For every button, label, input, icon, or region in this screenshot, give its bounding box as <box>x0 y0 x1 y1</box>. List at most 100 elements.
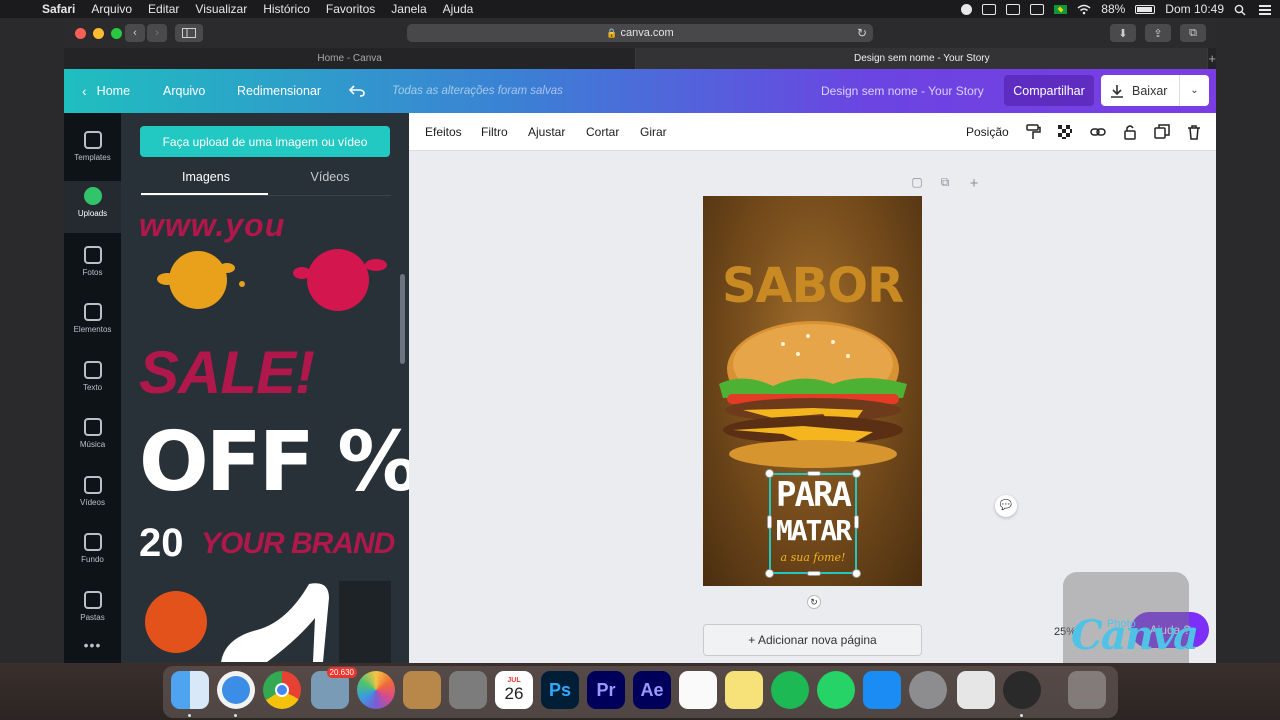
flip-button[interactable]: Girar <box>640 113 667 151</box>
reminders-icon[interactable] <box>679 671 717 709</box>
clock[interactable]: Dom 10:49 <box>1165 2 1224 16</box>
comment-icon[interactable]: 💬 <box>995 495 1017 517</box>
filter-button[interactable]: Filtro <box>481 113 508 151</box>
search-icon[interactable] <box>1234 4 1248 15</box>
tabs-overview-icon[interactable]: ⧉ <box>1180 24 1206 42</box>
resize-menu[interactable]: Redimensionar <box>237 69 321 113</box>
panel-scrollbar[interactable] <box>400 274 405 364</box>
cloud-icon[interactable] <box>982 3 997 15</box>
file-menu[interactable]: Arquivo <box>163 69 205 113</box>
tab-home-canva[interactable]: Home - Canva <box>64 48 637 69</box>
duplicate-icon[interactable] <box>1154 124 1170 140</box>
display-icon[interactable] <box>1030 3 1045 15</box>
text-tagline[interactable]: a sua fome! <box>771 551 855 564</box>
home-link[interactable]: ‹ Home <box>82 69 130 113</box>
menu-historico[interactable]: Histórico <box>255 2 318 16</box>
more-options-icon[interactable]: ••• <box>64 637 121 653</box>
quicktime-icon[interactable] <box>1003 671 1041 709</box>
rail-fundo[interactable]: Fundo <box>64 527 121 579</box>
rail-pastas[interactable]: Pastas <box>64 585 121 637</box>
paint-roller-icon[interactable] <box>1025 124 1041 140</box>
design-title[interactable]: Design sem nome - Your Story <box>821 69 984 113</box>
resize-handle-left[interactable] <box>767 515 772 529</box>
link-icon[interactable] <box>1090 124 1106 140</box>
tab-imagens[interactable]: Imagens <box>143 170 269 184</box>
headline-text[interactable]: SABOR <box>703 258 922 314</box>
chat-icon[interactable] <box>1006 3 1021 15</box>
resize-handle-right[interactable] <box>854 515 859 529</box>
lock-icon[interactable] <box>1122 124 1138 140</box>
tab-videos[interactable]: Vídeos <box>267 170 393 184</box>
mail-icon[interactable]: 20.630 <box>311 667 357 709</box>
system-preferences-icon[interactable] <box>909 671 947 709</box>
page-notes-icon[interactable]: ▢ <box>910 175 924 189</box>
thumb-orange-splash[interactable] <box>139 243 259 323</box>
rail-texto[interactable]: Texto <box>64 355 121 407</box>
share-icon[interactable]: ⇪ <box>1145 24 1171 42</box>
rail-videos[interactable]: Vídeos <box>64 470 121 522</box>
design-page[interactable]: SABOR PARA MATAR a sua fome! <box>703 196 922 586</box>
chevron-down-icon[interactable]: ⌄ <box>1179 75 1209 106</box>
zoom-window-button[interactable] <box>111 27 122 39</box>
app-store-icon[interactable] <box>863 671 901 709</box>
thumb-red-splash[interactable] <box>279 243 395 323</box>
safari-icon[interactable] <box>217 671 255 709</box>
trash-icon[interactable] <box>1068 671 1106 709</box>
close-window-button[interactable] <box>75 27 86 39</box>
new-tab-button[interactable]: + <box>1208 48 1216 69</box>
after-effects-icon[interactable]: Ae <box>633 671 671 709</box>
text-matar[interactable]: MATAR <box>771 515 855 547</box>
undo-button[interactable] <box>349 69 365 113</box>
thumb-www[interactable]: www.you <box>139 207 285 244</box>
finder-icon[interactable] <box>171 671 209 709</box>
spotify-icon[interactable] <box>771 671 809 709</box>
address-bar[interactable]: 🔒 canva.com ↻ <box>407 24 873 42</box>
forward-button[interactable]: › <box>147 24 167 42</box>
resize-handle-bottom-right[interactable] <box>852 569 861 578</box>
tab-design[interactable]: Design sem nome - Your Story <box>636 48 1209 69</box>
position-button[interactable]: Posição <box>966 113 1009 151</box>
resize-handle-top-left[interactable] <box>765 469 774 478</box>
chrome-icon[interactable] <box>263 671 301 709</box>
menu-janela[interactable]: Janela <box>383 2 434 16</box>
thumb-sale[interactable]: SALE! <box>139 338 315 407</box>
photos-icon[interactable] <box>357 671 395 709</box>
menu-ajuda[interactable]: Ajuda <box>435 2 482 16</box>
thumb-twenty[interactable]: 20 <box>139 521 184 566</box>
thumb-your-brand[interactable]: YOUR BRAND <box>201 527 395 561</box>
transparency-icon[interactable] <box>1057 124 1073 140</box>
resize-handle-bottom[interactable] <box>807 571 821 576</box>
effects-button[interactable]: Efeitos <box>425 113 462 151</box>
rail-fotos[interactable]: Fotos <box>64 240 121 292</box>
control-center-icon[interactable] <box>1258 4 1272 15</box>
calculator-icon[interactable] <box>449 671 487 709</box>
resize-handle-top[interactable] <box>807 471 821 476</box>
rail-uploads[interactable]: Uploads <box>64 181 121 233</box>
adjust-button[interactable]: Ajustar <box>528 113 565 151</box>
text-para[interactable]: PARA <box>771 477 855 513</box>
thumb-dark-image[interactable] <box>339 581 391 663</box>
whatsapp-icon[interactable] <box>817 671 855 709</box>
selected-text-element[interactable]: PARA MATAR a sua fome! <box>765 469 861 578</box>
back-button[interactable]: ‹ <box>125 24 145 42</box>
trash-icon[interactable] <box>1186 124 1202 140</box>
rail-templates[interactable]: Templates <box>64 125 121 177</box>
reload-icon[interactable]: ↻ <box>857 26 867 40</box>
thumb-orange-splash-2[interactable] <box>139 583 215 663</box>
contacts-icon[interactable] <box>403 671 441 709</box>
photoshop-icon[interactable]: Ps <box>541 671 579 709</box>
add-page-plus-icon[interactable]: + <box>967 175 981 192</box>
brazil-flag-icon[interactable] <box>1054 4 1068 14</box>
burger-image[interactable] <box>713 314 913 474</box>
add-page-button[interactable]: + Adicionar nova página <box>703 624 922 656</box>
download-button[interactable]: Baixar ⌄ <box>1101 75 1209 106</box>
notes-icon[interactable] <box>725 671 763 709</box>
calendar-icon[interactable]: JUL 26 <box>495 671 533 709</box>
wifi-icon[interactable] <box>1077 4 1091 15</box>
menu-app-safari[interactable]: Safari <box>34 2 83 16</box>
upload-media-button[interactable]: Faça upload de uma imagem ou vídeo <box>140 126 390 157</box>
minimize-window-button[interactable] <box>93 27 104 39</box>
menu-visualizar[interactable]: Visualizar <box>187 2 255 16</box>
resize-handle-bottom-left[interactable] <box>765 569 774 578</box>
downloads-icon[interactable]: ⬇ <box>1110 24 1136 42</box>
